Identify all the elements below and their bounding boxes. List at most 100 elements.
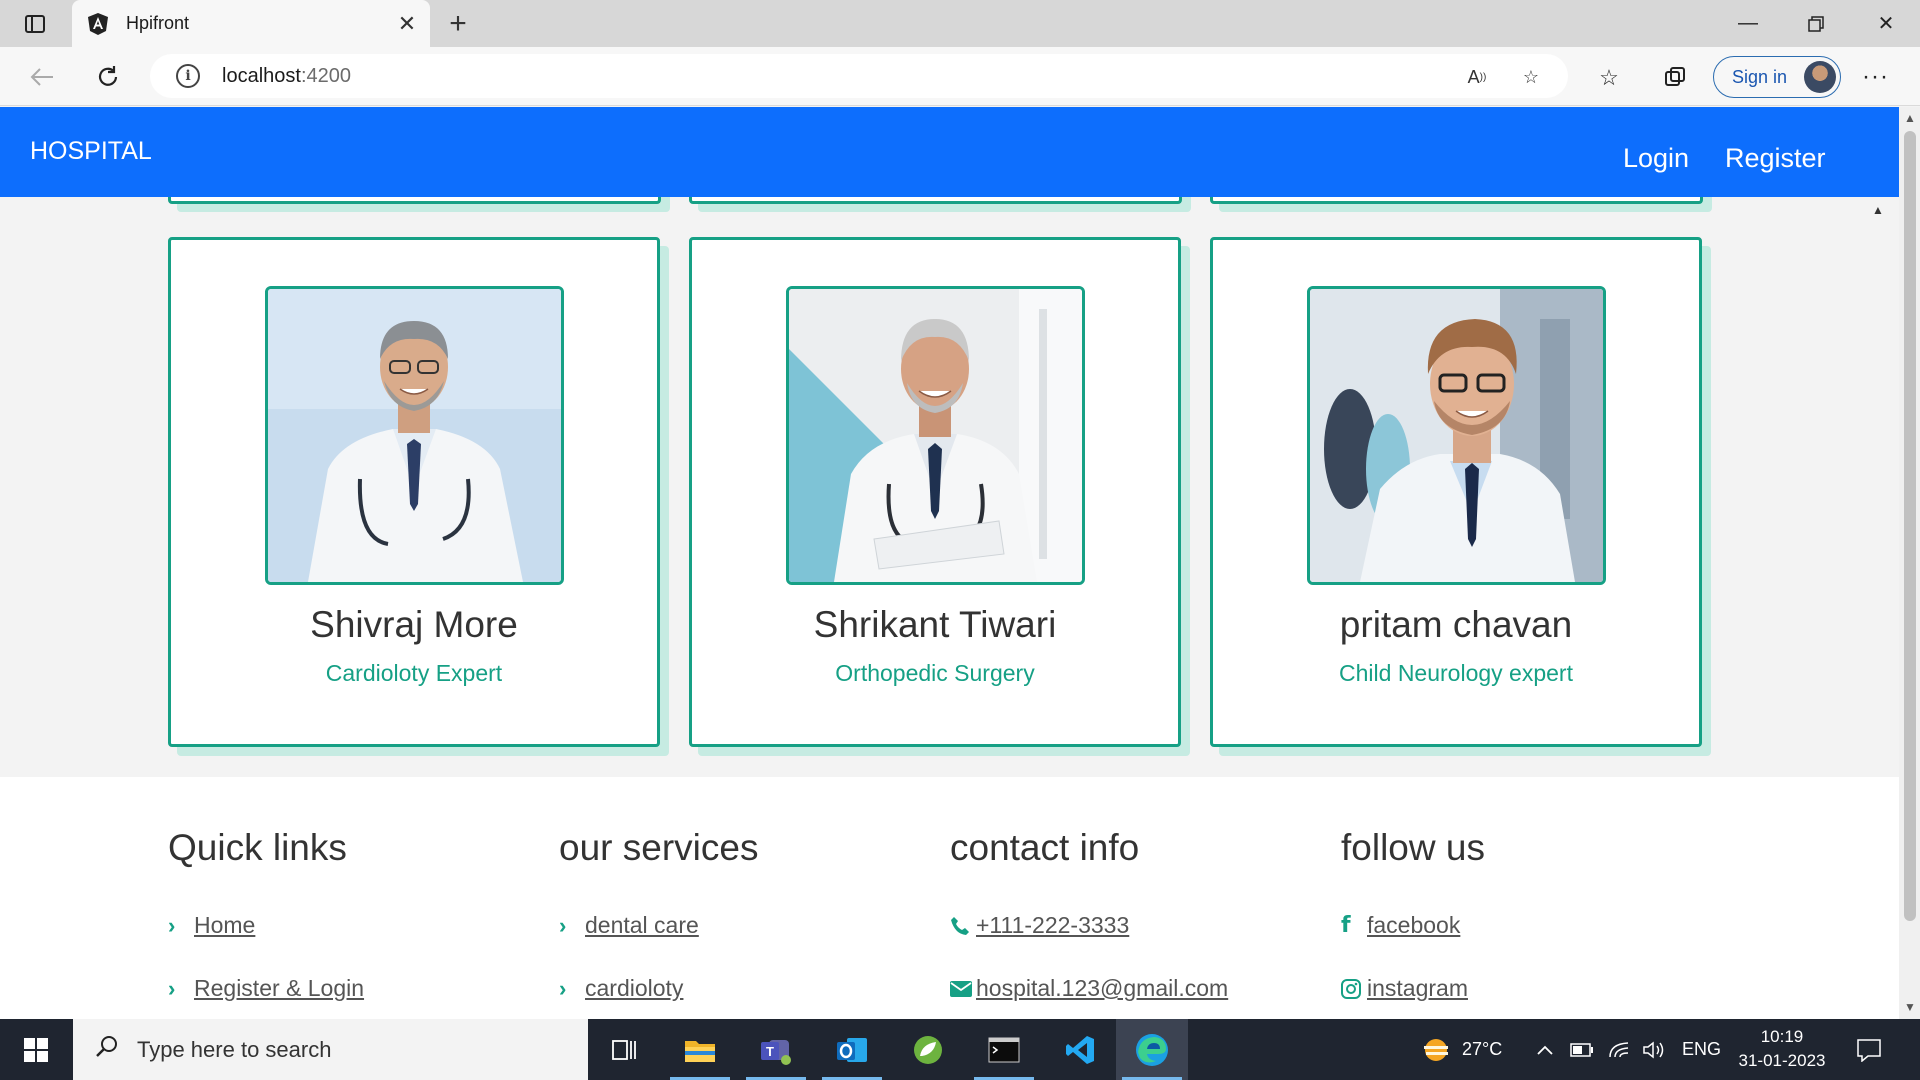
- refresh-icon[interactable]: [88, 57, 128, 97]
- footer-link-phone[interactable]: +111-222-3333: [950, 912, 1129, 939]
- url-port: :4200: [300, 64, 351, 87]
- file-explorer-icon[interactable]: [664, 1019, 736, 1080]
- url-field[interactable]: i localhost:4200 A)) ☆: [150, 54, 1568, 98]
- nav-login-link[interactable]: Login: [1623, 143, 1689, 174]
- weather-sun-icon: [1424, 1038, 1448, 1061]
- chevron-right-icon: ›: [559, 975, 567, 1001]
- footer-heading: contact info: [950, 827, 1140, 868]
- footer-link-label: dental care: [585, 912, 699, 938]
- scrollbar-thumb[interactable]: [1904, 131, 1916, 921]
- restore-icon[interactable]: [1782, 0, 1850, 47]
- weather-widget[interactable]: 27°C: [1418, 1019, 1502, 1080]
- browser-tab[interactable]: Hpifront ✕: [72, 0, 430, 47]
- doctor-specialty: Child Neurology expert: [1339, 660, 1573, 686]
- footer-link-register-login[interactable]: › Register & Login: [168, 975, 364, 1002]
- clock[interactable]: 10:19 31-01-2023: [1730, 1025, 1834, 1073]
- footer-link-email[interactable]: hospital.123@gmail.com: [950, 975, 1228, 1002]
- new-tab-icon[interactable]: +: [440, 6, 476, 42]
- footer-link-label: Home: [194, 912, 256, 938]
- footer-link-instagram[interactable]: instagram: [1341, 975, 1468, 1002]
- footer-link-label: cardioloty: [585, 975, 684, 1001]
- search-icon: [95, 1034, 119, 1065]
- footer-link-label: +111-222-3333: [976, 912, 1130, 938]
- doctor-name: pritam chavan: [1339, 604, 1573, 645]
- scroll-down-icon[interactable]: ▼: [1903, 1000, 1917, 1014]
- windows-start-icon[interactable]: [0, 1019, 72, 1080]
- wifi-icon[interactable]: [1608, 1019, 1630, 1080]
- footer-link-label: hospital.123@gmail.com: [976, 975, 1229, 1001]
- browser-tab-bar: Hpifront ✕ + — ✕: [0, 0, 1920, 47]
- add-favorite-icon[interactable]: ☆: [1518, 64, 1544, 90]
- envelope-icon: [950, 980, 972, 997]
- footer: Quick links › Home › Register & Login our …: [0, 777, 1899, 1019]
- favorites-icon[interactable]: ☆: [1594, 63, 1624, 93]
- brand-logo[interactable]: HOSPITAL: [30, 137, 152, 166]
- footer-heading: our services: [559, 827, 759, 868]
- address-bar: i localhost:4200 A)) ☆ ☆ Sign in ···: [0, 47, 1920, 106]
- close-tab-icon[interactable]: ✕: [392, 9, 422, 39]
- nav-register-link[interactable]: Register: [1725, 143, 1826, 174]
- clock-time: 10:19: [1760, 1027, 1804, 1046]
- instagram-icon: [1341, 978, 1363, 999]
- doctor-specialty: Orthopedic Surgery: [835, 660, 1035, 686]
- doctor-card: Shivraj More Cardioloty Expert: [168, 237, 660, 747]
- footer-link-label: facebook: [1367, 912, 1461, 938]
- scroll-top-icon[interactable]: ▲: [1872, 203, 1886, 217]
- doctor-name: Shivraj More: [310, 604, 518, 645]
- teams-icon[interactable]: T: [740, 1019, 812, 1080]
- weather-temperature: 27°C: [1462, 1039, 1503, 1059]
- angular-favicon-icon: [88, 12, 108, 35]
- page-scrollbar[interactable]: ▲ ▼: [1899, 107, 1920, 1019]
- footer-link-home[interactable]: › Home: [168, 912, 255, 939]
- clock-date: 31-01-2023: [1738, 1051, 1826, 1070]
- read-aloud-icon[interactable]: A)): [1464, 64, 1490, 90]
- app-header: HOSPITAL Login Register: [0, 107, 1899, 197]
- sign-in-button[interactable]: Sign in: [1713, 56, 1841, 98]
- footer-link-facebook[interactable]: f facebook: [1341, 912, 1460, 939]
- chevron-right-icon: ›: [168, 912, 176, 938]
- language-indicator[interactable]: ENG: [1682, 1019, 1721, 1080]
- facebook-icon: f: [1341, 913, 1351, 938]
- doctor-photo: [786, 286, 1085, 585]
- back-icon[interactable]: [22, 57, 62, 97]
- footer-link-cardioloty[interactable]: › cardioloty: [559, 975, 683, 1002]
- taskbar: Type here to search T 27°C ENG 10:19 31-…: [0, 1019, 1920, 1080]
- phone-icon: [950, 916, 972, 936]
- site-info-icon[interactable]: i: [176, 64, 200, 88]
- vscode-icon[interactable]: [1044, 1019, 1116, 1080]
- profile-avatar: [1804, 61, 1836, 93]
- volume-icon[interactable]: [1642, 1019, 1666, 1080]
- footer-heading: follow us: [1341, 827, 1485, 868]
- footer-link-dental-care[interactable]: › dental care: [559, 912, 699, 939]
- task-view-icon[interactable]: [588, 1019, 660, 1080]
- terminal-icon[interactable]: [968, 1019, 1040, 1080]
- minimize-icon[interactable]: —: [1714, 0, 1782, 47]
- doctor-name: Shrikant Tiwari: [813, 604, 1057, 645]
- doctor-card: pritam chavan Child Neurology expert: [1210, 237, 1702, 747]
- more-options-icon[interactable]: ···: [1862, 63, 1889, 91]
- doctor-photo: [265, 286, 564, 585]
- spring-tools-icon[interactable]: [892, 1019, 964, 1080]
- doctor-specialty: Cardioloty Expert: [325, 660, 503, 686]
- tab-actions-icon[interactable]: [14, 10, 56, 38]
- collections-icon[interactable]: [1660, 63, 1690, 93]
- tab-title: Hpifront: [126, 13, 190, 33]
- footer-link-label: Register & Login: [194, 975, 365, 1001]
- chevron-right-icon: ›: [559, 912, 567, 938]
- search-placeholder: Type here to search: [137, 1036, 332, 1062]
- url-host: localhost: [222, 64, 301, 87]
- taskbar-search-box[interactable]: Type here to search: [73, 1019, 588, 1080]
- battery-icon[interactable]: [1570, 1019, 1594, 1080]
- show-hidden-icons[interactable]: [1536, 1019, 1554, 1080]
- footer-link-label: instagram: [1367, 975, 1468, 1001]
- outlook-icon[interactable]: [816, 1019, 888, 1080]
- chevron-right-icon: ›: [168, 975, 176, 1001]
- scroll-up-icon[interactable]: ▲: [1903, 111, 1917, 125]
- page-viewport: HOSPITAL Login Register ▲ Shivraj More C…: [0, 107, 1920, 1019]
- edge-icon[interactable]: [1116, 1019, 1188, 1080]
- footer-heading: Quick links: [168, 827, 347, 868]
- doctor-card: Shrikant Tiwari Orthopedic Surgery: [689, 237, 1181, 747]
- doctor-photo: [1307, 286, 1606, 585]
- close-window-icon[interactable]: ✕: [1852, 0, 1920, 47]
- notifications-icon[interactable]: [1856, 1019, 1882, 1080]
